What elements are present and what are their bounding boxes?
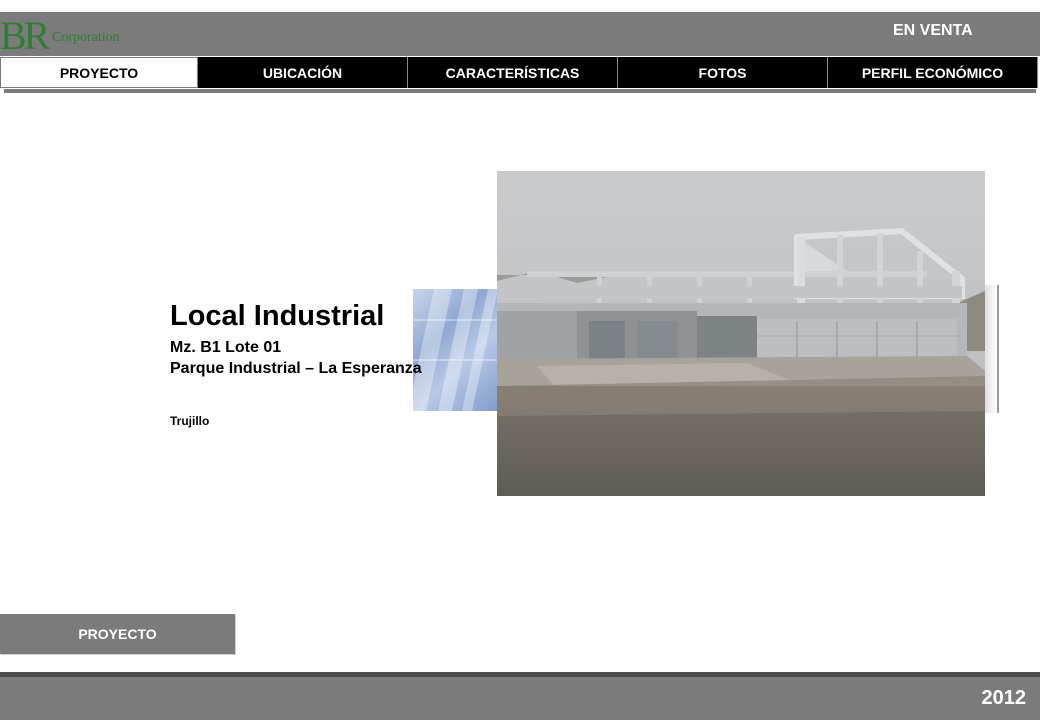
tab-bar: PROYECTO UBICACIÓN CARACTERÍSTICAS FOTOS… — [0, 57, 1040, 88]
tab-caracteristicas[interactable]: CARACTERÍSTICAS — [408, 57, 618, 88]
tab-ubicacion[interactable]: UBICACIÓN — [198, 57, 408, 88]
tab-perfil-economico[interactable]: PERFIL ECONÓMICO — [828, 57, 1038, 88]
tab-fotos[interactable]: FOTOS — [618, 57, 828, 88]
header-bar — [0, 12, 1040, 56]
logo-text: Corporation — [52, 30, 120, 45]
footer-year: 2012 — [981, 687, 1027, 709]
sale-status: EN VENTA — [893, 22, 973, 39]
glass-facade-image — [413, 289, 499, 411]
property-lot: Mz. B1 Lote 01 — [170, 339, 282, 356]
tab-underline — [4, 89, 1036, 93]
property-park: Parque Industrial – La Esperanza — [170, 360, 422, 377]
section-label: PROYECTO — [0, 614, 235, 654]
tab-proyecto[interactable]: PROYECTO — [0, 57, 198, 88]
footer-bar — [0, 677, 1040, 720]
br-corporation-logo: BR Corporation — [0, 14, 140, 58]
property-city: Trujillo — [170, 414, 210, 428]
industrial-building-photo — [497, 171, 985, 496]
property-title: Local Industrial — [170, 300, 385, 332]
decorative-frame-edge — [985, 285, 999, 413]
logo-mark: BR — [0, 13, 50, 58]
